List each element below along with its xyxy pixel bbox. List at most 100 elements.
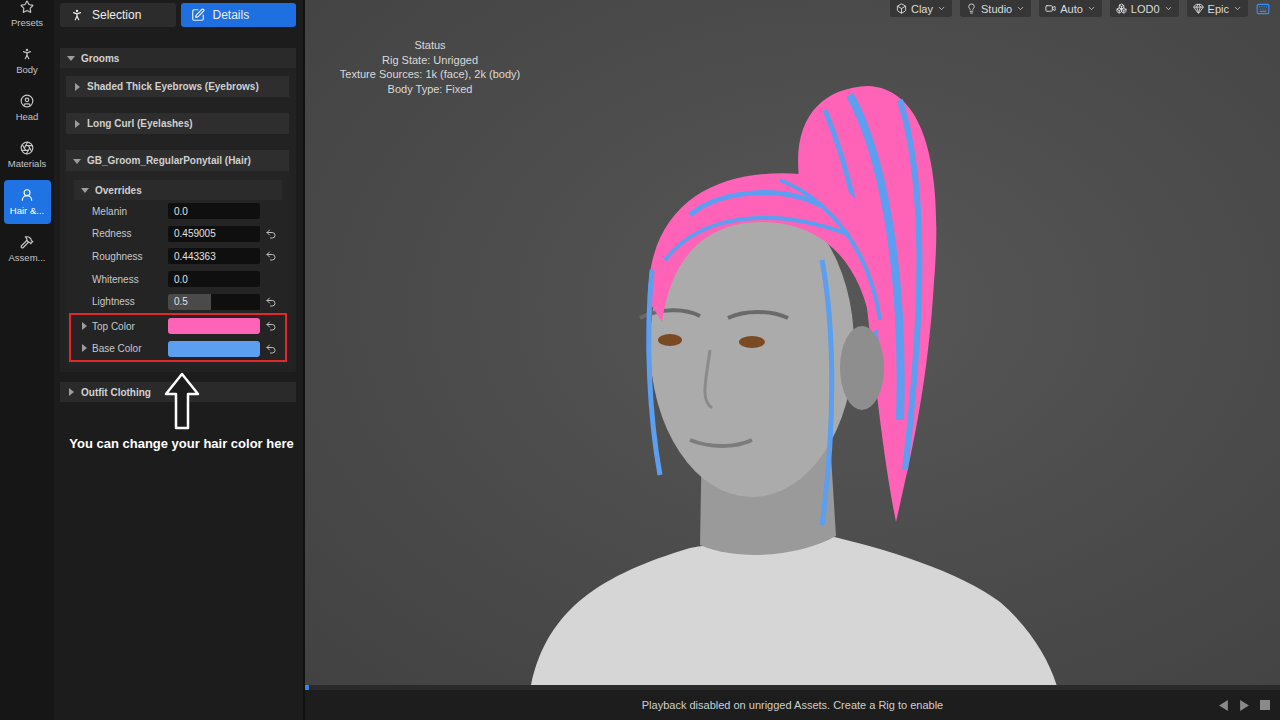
rail-item[interactable]: Assem... bbox=[4, 227, 51, 271]
override-row: Base Color bbox=[74, 338, 282, 361]
panel-tab[interactable]: Details bbox=[181, 3, 297, 27]
rail-item[interactable]: Body bbox=[4, 39, 51, 83]
expand-icon[interactable] bbox=[80, 344, 88, 352]
hair-icon bbox=[20, 188, 34, 202]
override-label: Lightness bbox=[92, 296, 168, 307]
viewport-canvas[interactable]: Clay Studio Auto LOD0 Epic StatusRig State: U… bbox=[305, 0, 1280, 685]
color-swatch[interactable] bbox=[168, 318, 260, 334]
status-title: Status bbox=[330, 38, 530, 53]
toolbar-dropdown[interactable]: Epic bbox=[1187, 0, 1248, 17]
toolbar-dropdown[interactable]: Auto bbox=[1039, 0, 1102, 17]
groom-header[interactable]: GB_Groom_RegularPonytail (Hair) bbox=[66, 150, 289, 171]
override-row: Roughness0.443363 bbox=[74, 245, 282, 268]
expand-icon[interactable] bbox=[80, 322, 88, 330]
chevron-icon bbox=[1087, 4, 1096, 13]
reset-icon[interactable] bbox=[265, 296, 277, 308]
panel-section: Grooms Shaded Thick Eyebrows (Eyebrows) Lo… bbox=[60, 48, 296, 372]
expand-icon[interactable] bbox=[73, 120, 81, 128]
rail-item[interactable]: Materials bbox=[4, 133, 51, 177]
expand-icon[interactable] bbox=[73, 157, 81, 165]
timeline[interactable] bbox=[305, 685, 1280, 690]
hair bbox=[648, 173, 892, 525]
override-rows: Melanin0.0Redness0.459005Roughness0.4433… bbox=[74, 200, 282, 313]
override-label: Melanin bbox=[92, 206, 168, 217]
override-row: Redness0.459005 bbox=[74, 223, 282, 246]
head-icon bbox=[20, 94, 34, 108]
reset-icon[interactable] bbox=[265, 250, 277, 262]
pencil-icon bbox=[191, 8, 205, 22]
cube-icon bbox=[896, 3, 907, 14]
override-row: Lightness0.5 bbox=[74, 290, 282, 313]
toolbar-dropdown[interactable]: LOD0 bbox=[1110, 0, 1179, 17]
nav-rail: PresetsBodyHeadMaterialsHair &...Assem..… bbox=[0, 0, 54, 720]
keyboard-button[interactable] bbox=[1256, 0, 1270, 17]
override-label: Roughness bbox=[92, 251, 168, 262]
overrides-header[interactable]: Overrides bbox=[74, 180, 282, 200]
number-field[interactable]: 0.459005 bbox=[168, 226, 260, 242]
annotation: You can change your hair color here bbox=[54, 372, 309, 451]
groom-item: GB_Groom_RegularPonytail (Hair) Overrides… bbox=[66, 150, 289, 366]
color-swatch[interactable] bbox=[168, 341, 260, 357]
panel-tabs: SelectionDetails bbox=[60, 0, 296, 27]
rail-item[interactable]: Head bbox=[4, 86, 51, 130]
groom-header[interactable]: Long Curl (Eyelashes) bbox=[66, 113, 289, 134]
number-field[interactable]: 0.0 bbox=[168, 271, 260, 287]
hammer-icon bbox=[20, 235, 34, 249]
star-icon bbox=[20, 0, 34, 14]
reset-icon[interactable] bbox=[265, 228, 277, 240]
override-label: Whiteness bbox=[92, 274, 168, 285]
rail-item[interactable]: Presets bbox=[4, 0, 51, 36]
keyboard-icon bbox=[1256, 2, 1270, 16]
playback-bar: Playback disabled on unrigged Assets. Cr… bbox=[305, 690, 1280, 720]
chevron-icon bbox=[937, 4, 946, 13]
lightbulb-icon bbox=[966, 3, 977, 14]
playback-message: Playback disabled on unrigged Assets. Cr… bbox=[642, 699, 943, 711]
override-row: Whiteness0.0 bbox=[74, 268, 282, 291]
override-row: Melanin0.0 bbox=[74, 200, 282, 223]
time-marker[interactable] bbox=[305, 685, 309, 690]
expand-icon[interactable] bbox=[67, 388, 75, 396]
status-block: StatusRig State: UnriggedTexture Sources… bbox=[330, 38, 530, 96]
app: PresetsBodyHeadMaterialsHair &...Assem..… bbox=[0, 0, 1280, 720]
chevron-icon bbox=[1164, 4, 1173, 13]
expand-icon[interactable] bbox=[73, 83, 81, 91]
expand-icon[interactable] bbox=[67, 54, 75, 62]
highlight-box: Top Color Base Color bbox=[69, 313, 287, 362]
expand-icon[interactable] bbox=[81, 186, 89, 194]
toolbar-dropdown[interactable]: Studio bbox=[960, 0, 1031, 17]
viewport-toolbar: Clay Studio Auto LOD0 Epic bbox=[305, 0, 1280, 17]
viewport: Clay Studio Auto LOD0 Epic StatusRig State: U… bbox=[303, 0, 1280, 720]
status-line: Texture Sources: 1k (face), 2k (body) bbox=[330, 67, 530, 82]
panel-tab[interactable]: Selection bbox=[60, 3, 176, 27]
previous-icon[interactable] bbox=[1218, 700, 1229, 711]
details-panel: SelectionDetails Grooms Shaded Thick Eyebr… bbox=[54, 0, 303, 720]
slider-field[interactable]: 0.5 bbox=[168, 294, 260, 310]
number-field[interactable]: 0.443363 bbox=[168, 248, 260, 264]
rail-item[interactable]: Hair &... bbox=[4, 180, 51, 224]
lod-icon bbox=[1116, 3, 1127, 14]
toolbar-dropdown[interactable]: Clay bbox=[890, 0, 952, 17]
reset-icon[interactable] bbox=[265, 320, 277, 332]
status-line: Rig State: Unrigged bbox=[330, 53, 530, 68]
gem-icon bbox=[1193, 3, 1204, 14]
number-field[interactable]: 0.0 bbox=[168, 203, 260, 219]
override-label: Redness bbox=[92, 228, 168, 239]
play-icon[interactable] bbox=[1239, 700, 1250, 711]
stop-icon[interactable] bbox=[1260, 700, 1270, 710]
up-arrow-icon bbox=[164, 372, 200, 430]
camera-icon bbox=[1045, 3, 1056, 14]
chevron-icon bbox=[1233, 4, 1242, 13]
override-label: Top Color bbox=[92, 321, 168, 332]
groom-header[interactable]: Shaded Thick Eyebrows (Eyebrows) bbox=[66, 76, 289, 97]
override-row: Top Color bbox=[74, 315, 282, 338]
groom-item: Long Curl (Eyelashes) bbox=[66, 113, 289, 134]
override-label: Base Color bbox=[92, 343, 168, 354]
groom-item: Shaded Thick Eyebrows (Eyebrows) bbox=[66, 76, 289, 97]
materials-icon bbox=[20, 141, 34, 155]
section-header[interactable]: Grooms bbox=[60, 48, 296, 68]
status-line: Body Type: Fixed bbox=[330, 82, 530, 97]
shirt bbox=[530, 535, 1058, 685]
reset-icon[interactable] bbox=[265, 343, 277, 355]
person-icon bbox=[70, 8, 84, 22]
annotation-text: You can change your hair color here bbox=[69, 436, 293, 451]
